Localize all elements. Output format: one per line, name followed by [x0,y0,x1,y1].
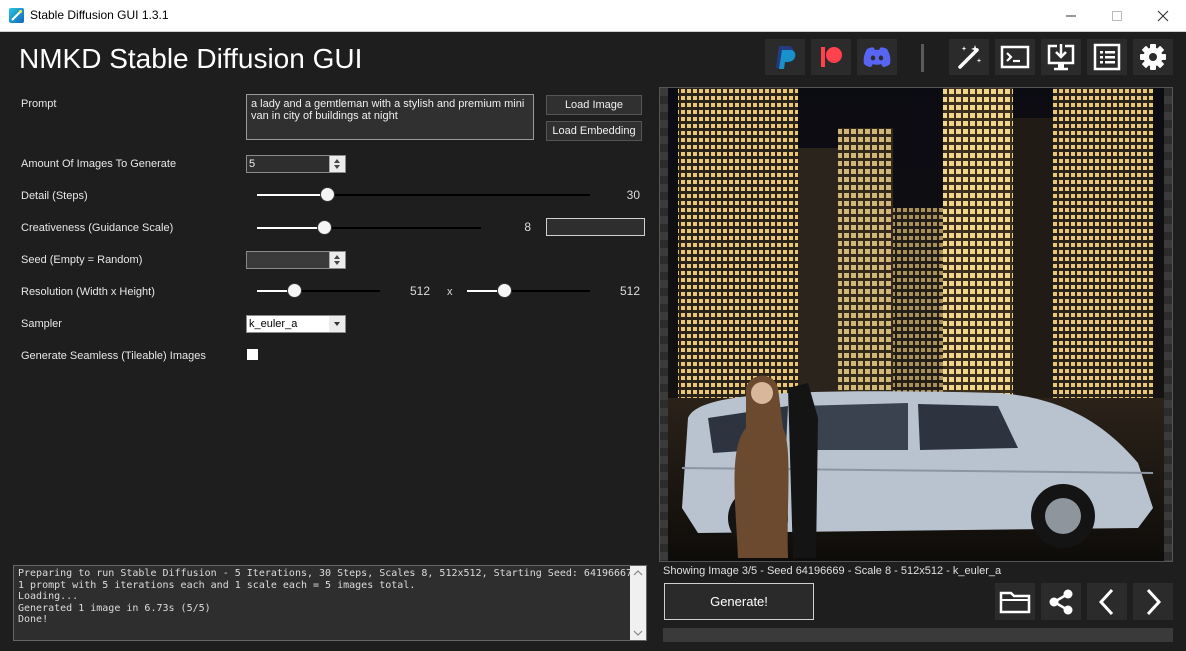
sampler-label: Sampler [21,318,62,330]
close-icon [1157,10,1169,21]
log-line: Preparing to run Stable Diffusion - 5 It… [18,568,633,579]
previous-image-button[interactable] [1087,583,1127,620]
scroll-down-icon [633,630,643,636]
install-icon [1047,44,1075,71]
generate-button[interactable]: Generate! [664,583,814,620]
scale-label: Creativeness (Guidance Scale) [21,222,174,234]
paypal-button[interactable] [765,39,805,75]
resolution-label: Resolution (Width x Height) [21,286,155,298]
app-title: NMKD Stable Diffusion GUI [19,43,363,74]
spin-arrows-icon[interactable] [329,156,345,172]
scale-slider-fill [257,227,325,229]
width-slider-thumb[interactable] [286,283,302,298]
settings-button[interactable] [1133,39,1173,75]
height-slider-thumb[interactable] [496,283,512,298]
scale-text-field[interactable] [546,218,645,236]
gear-icon [1140,44,1166,70]
close-button[interactable] [1140,0,1186,31]
steps-slider-fill [257,194,327,196]
generated-image [668,88,1164,561]
scale-value: 8 [524,220,531,234]
maximize-button[interactable] [1094,0,1140,31]
images-count-value: 5 [249,158,256,170]
log-output[interactable]: Preparing to run Stable Diffusion - 5 It… [13,565,647,641]
prompt-input[interactable]: a lady and a gemtleman with a stylish an… [246,94,534,140]
window-titlebar: Stable Diffusion GUI 1.3.1 [0,0,1186,32]
list-icon [1093,43,1121,71]
scroll-up-icon [633,570,643,576]
chevron-down-icon[interactable] [329,316,345,332]
share-button[interactable] [1041,583,1081,620]
images-count-stepper[interactable]: 5 [246,155,346,173]
open-folder-button[interactable] [995,583,1035,620]
install-button[interactable] [1041,39,1081,75]
steps-slider-thumb[interactable] [319,187,335,202]
log-line: Done! [18,614,49,626]
patreon-button[interactable] [811,39,851,75]
log-line: 1 prompt with 5 iterations each and 1 sc… [18,579,416,591]
discord-icon [863,47,891,67]
maximize-icon [1112,10,1122,21]
scale-slider[interactable] [257,220,481,235]
toolbar-separator [921,44,924,72]
width-value: 512 [409,284,430,298]
resolution-separator: x [447,286,453,298]
steps-value: 30 [626,188,640,202]
folder-icon [999,591,1031,613]
steps-label: Detail (Steps) [21,190,88,202]
images-count-label: Amount Of Images To Generate [21,158,177,170]
main-window: NMKD Stable Diffusion GUI Prompt a lady … [0,32,1186,651]
share-icon [1049,589,1073,614]
seed-stepper[interactable] [246,251,346,269]
discord-button[interactable] [857,39,897,75]
terminal-button[interactable] [995,39,1035,75]
progress-bar [663,628,1173,642]
history-button[interactable] [1087,39,1127,75]
image-info-text: Showing Image 3/5 - Seed 64196669 - Scal… [663,565,1002,577]
width-slider[interactable] [257,283,380,298]
scale-slider-thumb[interactable] [317,220,333,235]
log-line: Loading... [18,591,79,603]
steps-slider[interactable] [257,187,590,202]
prompt-tools-button[interactable] [949,39,989,75]
magic-wand-icon [958,45,982,69]
log-line: Generated 1 image in 6.73s (5/5) [18,602,211,614]
minimize-icon [1066,15,1076,16]
app-icon [9,8,24,23]
previous-icon [1098,588,1114,615]
height-value: 512 [619,284,640,298]
next-icon [1146,588,1162,615]
terminal-icon [1000,45,1030,69]
paypal-icon [776,46,796,69]
log-scrollbar[interactable] [630,566,646,640]
height-slider[interactable] [467,283,590,298]
seed-label: Seed (Empty = Random) [21,254,143,266]
seamless-checkbox[interactable] [247,349,258,360]
load-embedding-button[interactable]: Load Embedding [546,121,642,141]
image-preview[interactable] [659,87,1173,562]
next-image-button[interactable] [1133,583,1173,620]
seamless-label: Generate Seamless (Tileable) Images [21,350,206,362]
prompt-label: Prompt [21,98,57,110]
sampler-value: k_euler_a [249,318,298,330]
load-image-button[interactable]: Load Image [546,95,642,115]
spin-arrows-icon[interactable] [329,252,345,268]
patreon-icon [821,47,842,67]
sampler-select[interactable]: k_euler_a [246,315,346,333]
window-title: Stable Diffusion GUI 1.3.1 [30,8,169,22]
minimize-button[interactable] [1048,0,1094,31]
